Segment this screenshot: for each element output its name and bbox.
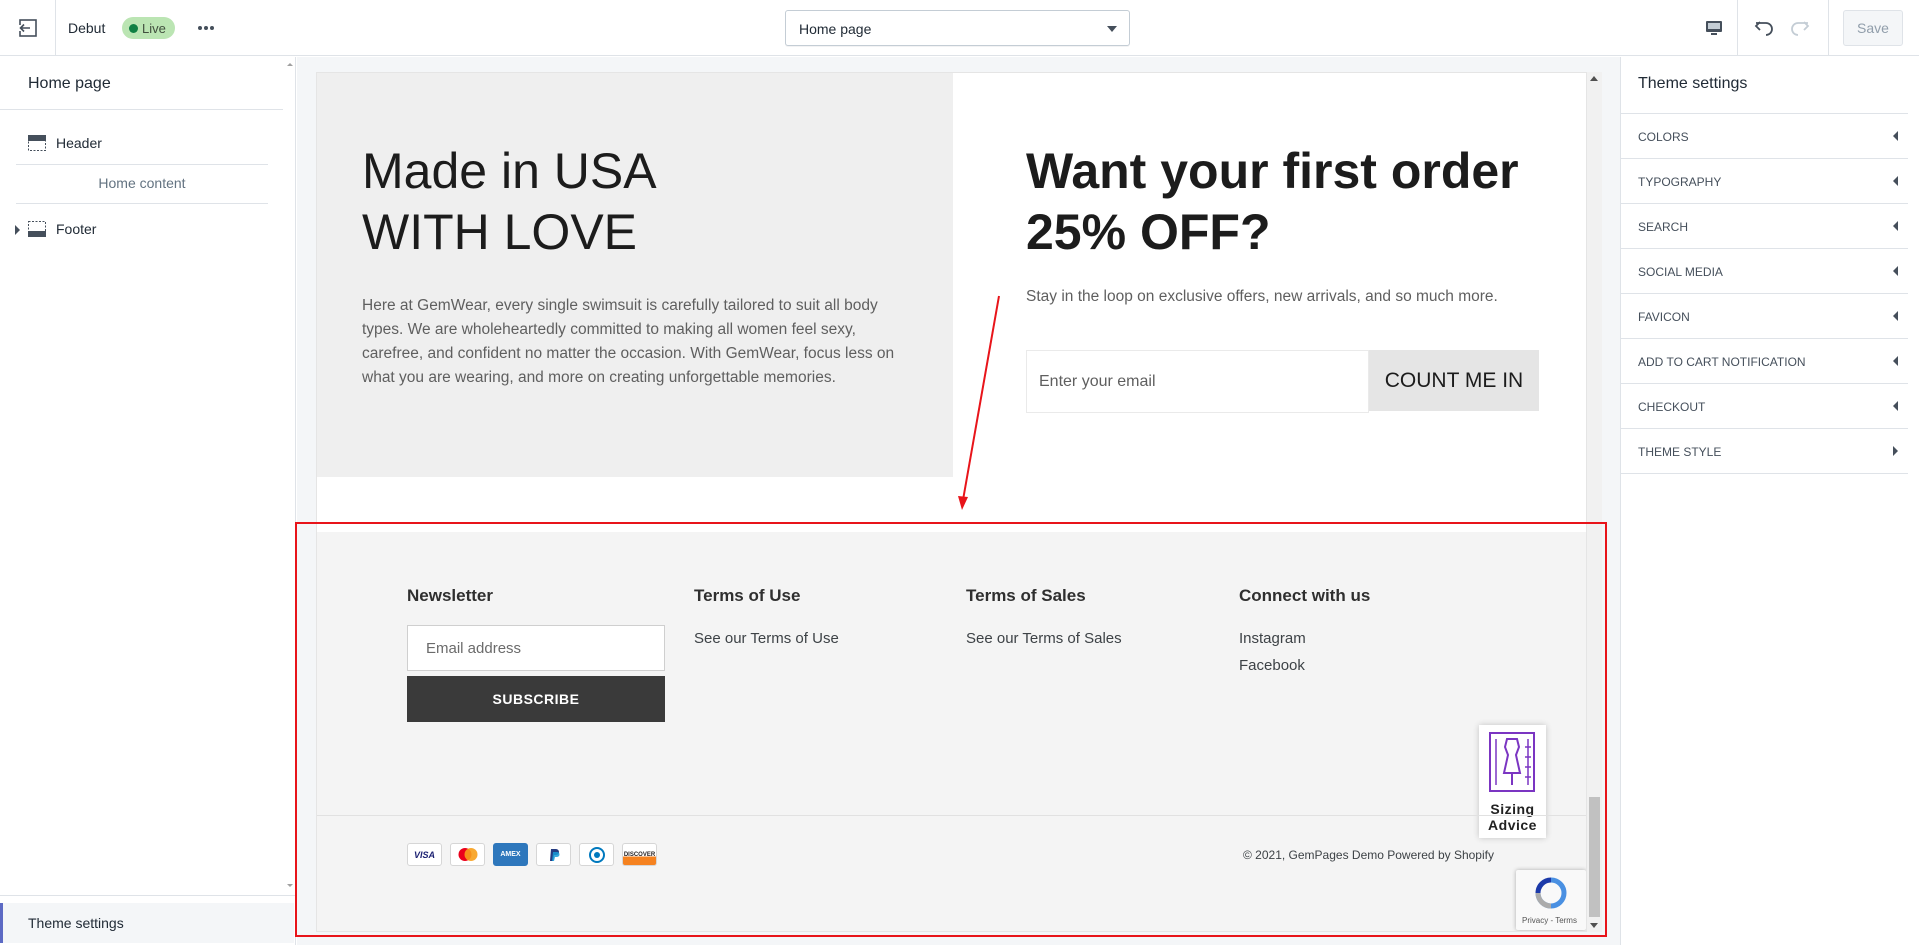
setting-colors[interactable]: COLORS xyxy=(1621,114,1908,159)
page-selector-value: Home page xyxy=(799,21,872,37)
section-item-home-content[interactable]: Home content xyxy=(16,175,268,191)
promo-panel: Made in USA WITH LOVE Here at GemWear, e… xyxy=(317,73,953,477)
count-me-in-button[interactable]: COUNT ME IN xyxy=(1369,350,1539,411)
setting-label: FAVICON xyxy=(1638,310,1690,324)
caret-left-icon xyxy=(1893,176,1898,186)
divider xyxy=(0,109,283,110)
promo-heading-line1: Made in USA xyxy=(362,143,657,199)
caret-left-icon xyxy=(1893,266,1898,276)
scroll-up-icon xyxy=(287,63,293,66)
sidebar-title: Home page xyxy=(28,75,111,92)
desktop-icon xyxy=(1706,21,1722,35)
setting-checkout[interactable]: CHECKOUT xyxy=(1621,384,1908,429)
sidebar-title: Theme settings xyxy=(1638,75,1748,92)
newsletter-heading-line1: Want your first order xyxy=(1026,143,1519,199)
setting-theme-style[interactable]: THEME STYLE xyxy=(1621,429,1908,474)
caret-down-icon xyxy=(1107,26,1117,32)
setting-label: COLORS xyxy=(1638,130,1689,144)
annotation-highlight-box xyxy=(295,522,1607,937)
header-section-icon xyxy=(28,135,46,151)
exit-editor-button[interactable] xyxy=(0,0,56,56)
more-actions-button[interactable] xyxy=(192,14,220,42)
newsletter-promo-heading: Want your first order 25% OFF? xyxy=(1026,141,1566,263)
page-selector[interactable]: Home page xyxy=(785,10,1130,46)
theme-name: Debut xyxy=(68,20,106,36)
footer-section-icon xyxy=(28,221,46,237)
redo-button[interactable] xyxy=(1786,14,1814,42)
redo-icon xyxy=(1791,21,1810,36)
undo-icon xyxy=(1754,21,1773,36)
setting-label: TYPOGRAPHY xyxy=(1638,175,1722,189)
setting-favicon[interactable]: FAVICON xyxy=(1621,294,1908,339)
divider xyxy=(1737,0,1738,56)
theme-settings-link[interactable]: Theme settings xyxy=(0,903,294,943)
live-dot-icon xyxy=(129,23,138,33)
scroll-up-icon[interactable] xyxy=(1590,76,1598,81)
sections-sidebar: Home page Header Home content Footer The… xyxy=(0,57,296,945)
divider xyxy=(16,164,268,165)
caret-left-icon xyxy=(1893,356,1898,366)
caret-left-icon xyxy=(1893,221,1898,231)
setting-label: THEME STYLE xyxy=(1638,445,1722,459)
setting-search[interactable]: SEARCH xyxy=(1621,204,1908,249)
more-horizontal-icon xyxy=(198,26,214,30)
theme-settings-label: Theme settings xyxy=(28,915,124,931)
promo-heading: Made in USA WITH LOVE xyxy=(362,141,922,263)
promo-email-input[interactable]: Enter your email xyxy=(1026,350,1369,413)
setting-typography[interactable]: TYPOGRAPHY xyxy=(1621,159,1908,204)
settings-list: COLORS TYPOGRAPHY SEARCH SOCIAL MEDIA FA… xyxy=(1621,113,1908,474)
setting-label: ADD TO CART NOTIFICATION xyxy=(1638,355,1806,369)
promo-heading-line2: WITH LOVE xyxy=(362,204,638,260)
divider xyxy=(1828,0,1829,56)
setting-label: CHECKOUT xyxy=(1638,400,1706,414)
promo-email-placeholder: Enter your email xyxy=(1039,373,1156,390)
exit-icon xyxy=(17,19,37,37)
setting-label: SOCIAL MEDIA xyxy=(1638,265,1723,279)
promo-body-text: Here at GemWear, every single swimsuit i… xyxy=(362,297,895,386)
section-item-footer[interactable]: Footer xyxy=(16,209,268,249)
setting-label: SEARCH xyxy=(1638,220,1689,234)
section-item-label: Header xyxy=(56,135,102,151)
setting-add-to-cart-notification[interactable]: ADD TO CART NOTIFICATION xyxy=(1621,339,1908,384)
section-item-header[interactable]: Header xyxy=(16,123,268,163)
section-item-label: Footer xyxy=(56,221,97,237)
caret-left-icon xyxy=(1893,401,1898,411)
newsletter-heading-line2: 25% OFF? xyxy=(1026,204,1271,260)
device-preview-button[interactable] xyxy=(1700,14,1728,42)
undo-button[interactable] xyxy=(1750,14,1778,42)
caret-left-icon xyxy=(1893,131,1898,141)
save-button[interactable]: Save xyxy=(1843,10,1903,46)
caret-left-icon xyxy=(1893,311,1898,321)
editor-topbar: Debut Live Home page Save xyxy=(0,0,1919,56)
setting-social-media[interactable]: SOCIAL MEDIA xyxy=(1621,249,1908,294)
newsletter-subtext: Stay in the loop on exclusive offers, ne… xyxy=(1026,288,1498,305)
status-badge-label: Live xyxy=(142,20,166,36)
divider xyxy=(16,203,268,204)
caret-right-icon xyxy=(1893,446,1898,456)
theme-settings-sidebar: Theme settings COLORS TYPOGRAPHY SEARCH … xyxy=(1620,57,1919,945)
status-badge: Live xyxy=(122,17,175,39)
